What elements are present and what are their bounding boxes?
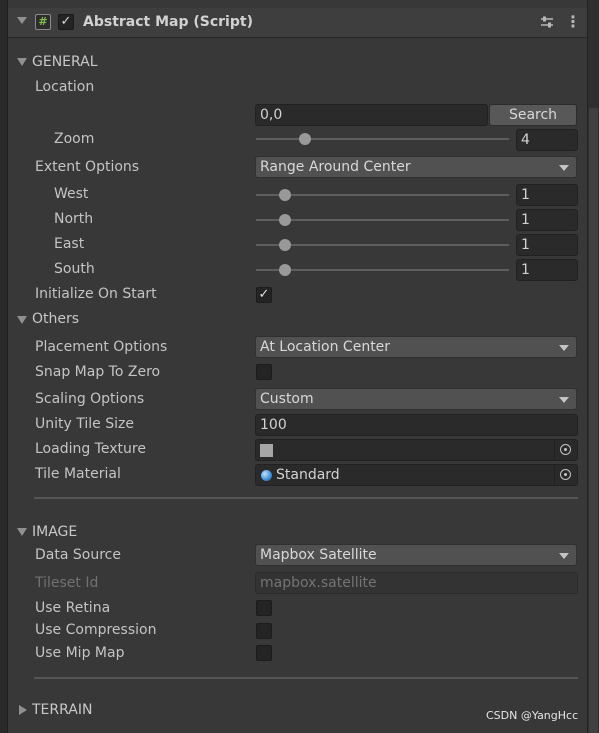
general-fold-icon[interactable]	[17, 58, 27, 66]
zoom-slider-track[interactable]	[256, 138, 509, 140]
tile-material-value: Standard	[276, 467, 340, 483]
use-retina-checkbox[interactable]	[256, 600, 272, 616]
extent-options-value: Range Around Center	[260, 159, 411, 175]
material-sphere-icon	[261, 470, 272, 481]
left-panel-edge	[0, 0, 8, 733]
unity-tile-size-input[interactable]: 100	[255, 414, 578, 436]
dropdown-arrow-icon	[559, 553, 569, 559]
image-section-title[interactable]: IMAGE	[32, 524, 77, 540]
east-slider-track[interactable]	[256, 244, 509, 246]
dropdown-arrow-icon	[559, 397, 569, 403]
component-title: Abstract Map (Script)	[83, 14, 253, 30]
terrain-section-title[interactable]: TERRAIN	[32, 702, 92, 718]
fold-down-icon[interactable]	[17, 17, 27, 24]
west-slider-track[interactable]	[256, 194, 509, 196]
general-section-title[interactable]: GENERAL	[32, 54, 98, 70]
object-picker-icon	[560, 469, 571, 480]
tileset-id-label: Tileset Id	[35, 575, 99, 591]
zoom-slider-handle[interactable]	[299, 133, 311, 145]
scrollbar-thumb[interactable]	[589, 108, 598, 733]
location-input[interactable]: 0,0	[255, 104, 488, 126]
image-fold-icon[interactable]	[17, 528, 27, 536]
north-label: North	[54, 211, 94, 227]
search-button[interactable]: Search	[489, 104, 577, 126]
tile-material-field[interactable]: Standard	[255, 464, 578, 486]
use-mip-map-label: Use Mip Map	[35, 645, 125, 661]
texture-swatch-icon	[260, 444, 273, 457]
tile-material-label: Tile Material	[35, 466, 121, 482]
placement-options-label: Placement Options	[35, 339, 168, 355]
scaling-options-value: Custom	[260, 391, 314, 407]
snap-map-to-zero-checkbox[interactable]	[256, 364, 272, 380]
scaling-options-dropdown[interactable]: Custom	[255, 388, 577, 410]
use-mip-map-checkbox[interactable]	[256, 645, 272, 661]
loading-texture-label: Loading Texture	[35, 441, 146, 457]
section-divider	[34, 497, 578, 499]
south-slider-track[interactable]	[256, 269, 509, 271]
others-fold-icon[interactable]	[17, 316, 27, 324]
initialize-on-start-checkbox[interactable]: ✓	[256, 287, 272, 303]
component-enabled-checkbox[interactable]: ✓	[58, 14, 74, 30]
use-compression-checkbox[interactable]	[256, 623, 272, 639]
dropdown-arrow-icon	[559, 165, 569, 171]
component-header[interactable]: # ✓ Abstract Map (Script) ⋮	[8, 8, 587, 38]
zoom-value-field[interactable]: 4	[516, 129, 578, 151]
dropdown-arrow-icon	[559, 345, 569, 351]
north-slider-track[interactable]	[256, 219, 509, 221]
location-label: Location	[35, 79, 95, 95]
object-picker-button[interactable]	[554, 465, 577, 485]
section-divider	[34, 677, 578, 679]
data-source-dropdown[interactable]: Mapbox Satellite	[255, 544, 577, 566]
use-compression-label: Use Compression	[35, 622, 157, 638]
tileset-id-input: mapbox.satellite	[255, 572, 578, 594]
west-value-field[interactable]: 1	[516, 184, 578, 206]
south-slider-handle[interactable]	[279, 264, 291, 276]
loading-texture-field[interactable]	[255, 439, 578, 461]
watermark: CSDN @YangHcc	[486, 709, 579, 722]
extent-options-label: Extent Options	[35, 159, 140, 175]
presets-icon[interactable]	[539, 14, 555, 30]
object-picker-button[interactable]	[554, 440, 577, 460]
east-slider-handle[interactable]	[279, 239, 291, 251]
north-slider-handle[interactable]	[279, 214, 291, 226]
zoom-label: Zoom	[54, 131, 95, 147]
use-retina-label: Use Retina	[35, 600, 111, 616]
east-value-field[interactable]: 1	[516, 234, 578, 256]
snap-map-to-zero-label: Snap Map To Zero	[35, 364, 161, 380]
placement-options-dropdown[interactable]: At Location Center	[255, 336, 577, 358]
placement-options-value: At Location Center	[260, 339, 391, 355]
unity-tile-size-label: Unity Tile Size	[35, 416, 134, 432]
south-value-field[interactable]: 1	[516, 259, 578, 281]
east-label: East	[54, 236, 85, 252]
data-source-label: Data Source	[35, 547, 121, 563]
west-label: West	[54, 186, 89, 202]
data-source-value: Mapbox Satellite	[260, 547, 377, 563]
kebab-menu-icon[interactable]: ⋮	[565, 12, 581, 32]
west-slider-handle[interactable]	[279, 189, 291, 201]
terrain-fold-icon[interactable]	[19, 705, 27, 715]
object-picker-icon	[560, 444, 571, 455]
initialize-on-start-label: Initialize On Start	[35, 286, 157, 302]
others-section-title[interactable]: Others	[32, 311, 79, 327]
scaling-options-label: Scaling Options	[35, 391, 145, 407]
north-value-field[interactable]: 1	[516, 209, 578, 231]
script-icon: #	[35, 14, 51, 30]
south-label: South	[54, 261, 95, 277]
extent-options-dropdown[interactable]: Range Around Center	[255, 156, 577, 178]
